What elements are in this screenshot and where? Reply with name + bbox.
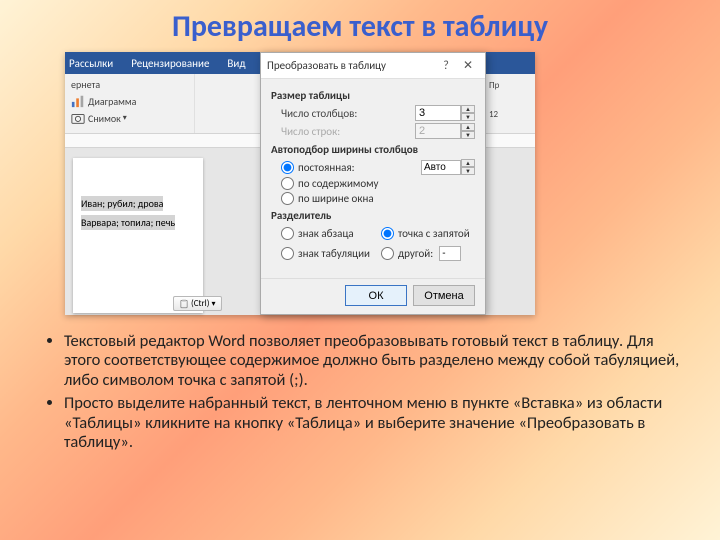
ribbon-right-fragment: Пр 12 [485, 74, 535, 134]
columns-spin-down[interactable]: ▼ [461, 113, 475, 121]
dialog-title-text: Преобразовать в таблицу [267, 59, 386, 72]
ribbon-diagram-button[interactable]: Диаграмма [71, 94, 188, 108]
sep-semicolon-radio[interactable] [381, 227, 394, 240]
fixed-width-spin-down[interactable]: ▼ [461, 167, 475, 175]
rows-spin-down: ▼ [461, 131, 475, 139]
autofit-window-label: по ширине окна [298, 192, 374, 205]
rows-label: Число строк: [281, 125, 415, 138]
group-separator: Разделитель [271, 209, 475, 222]
cancel-button[interactable]: Отмена [413, 285, 475, 306]
sep-tab-label: знак табуляции [298, 247, 370, 260]
group-table-size: Размер таблицы [271, 89, 475, 102]
sep-tab-radio[interactable] [281, 247, 294, 260]
convert-text-to-table-dialog: Преобразовать в таблицу ? ✕ Размер табли… [260, 52, 486, 315]
columns-label: Число столбцов: [281, 107, 415, 120]
paste-options-button[interactable]: (Ctrl) ▾ [173, 296, 222, 311]
fixed-width-spin-up[interactable]: ▲ [461, 159, 475, 167]
close-button[interactable]: ✕ [457, 58, 479, 73]
tab-view[interactable]: Вид [227, 57, 245, 70]
autofit-contents-radio[interactable] [281, 177, 294, 190]
camera-icon [71, 111, 85, 125]
word-screenshot: Рассылки Рецензирование Вид 💡 Что вы хот… [65, 52, 535, 315]
fixed-width-input[interactable] [421, 160, 461, 175]
slide-body-text: Текстовый редактор Word позволяет преобр… [40, 332, 680, 457]
group-autofit: Автоподбор ширины столбцов [271, 143, 475, 156]
bullet-item: Текстовый редактор Word позволяет преобр… [64, 332, 680, 390]
ribbon-partial-text: ернета [71, 78, 188, 91]
columns-input[interactable] [415, 105, 461, 121]
rows-spin-up: ▲ [461, 123, 475, 131]
autofit-fixed-radio[interactable] [281, 161, 294, 174]
chart-icon [71, 94, 85, 108]
selected-text-line[interactable]: Варвара; топила; печь [81, 215, 175, 230]
clipboard-icon [179, 299, 189, 309]
sep-other-label: другой: [398, 247, 433, 260]
tab-review[interactable]: Рецензирование [131, 57, 209, 70]
autofit-fixed-label: постоянная: [298, 161, 355, 174]
tab-mailings[interactable]: Рассылки [69, 57, 113, 70]
selected-text-line[interactable]: Иван; рубил; дрова [81, 196, 163, 211]
sep-other-radio[interactable] [381, 247, 394, 260]
ok-button[interactable]: ОК [345, 285, 407, 306]
ribbon-screenshot-button[interactable]: Снимок ▾ [71, 111, 188, 125]
help-button[interactable]: ? [435, 59, 457, 73]
rows-input [415, 123, 461, 139]
sep-semicolon-label: точка с запятой [398, 227, 470, 240]
sep-paragraph-radio[interactable] [281, 227, 294, 240]
sep-paragraph-label: знак абзаца [298, 227, 354, 240]
chevron-down-icon: ▾ [123, 113, 127, 123]
bullet-item: Просто выделите набранный текст, в ленто… [64, 394, 680, 452]
autofit-window-radio[interactable] [281, 192, 294, 205]
sep-other-input[interactable] [439, 246, 461, 261]
autofit-contents-label: по содержимому [298, 177, 379, 190]
slide-title: Превращаем текст в таблицу [0, 0, 720, 45]
document-page[interactable]: Иван; рубил; дрова Варвара; топила; печь… [73, 158, 203, 313]
columns-spin-up[interactable]: ▲ [461, 105, 475, 113]
chevron-down-icon: ▾ [211, 299, 215, 309]
